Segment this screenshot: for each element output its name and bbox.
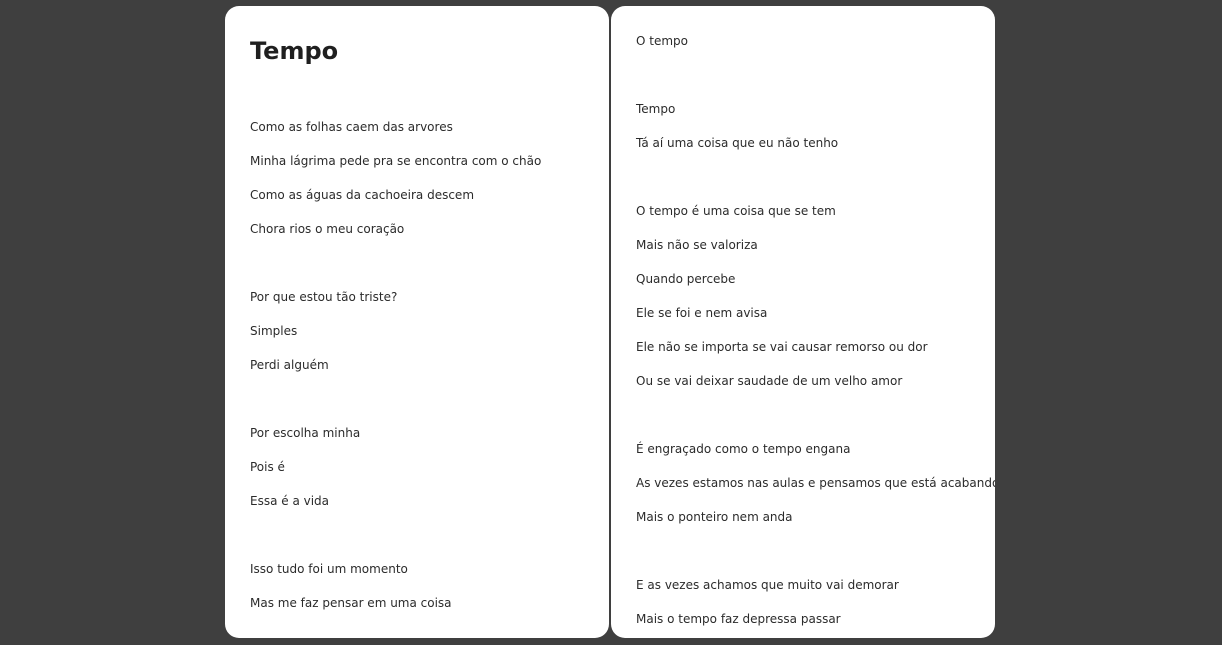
- poem-line: Ele se foi e nem avisa: [636, 306, 768, 320]
- document-viewer: Tempo Como as folhas caem das arvores Mi…: [0, 0, 1222, 645]
- poem-line: Simples: [250, 324, 298, 338]
- poem-line: Mas me faz pensar em uma coisa: [250, 596, 452, 610]
- poem-line: O tempo é uma coisa que se tem: [636, 204, 836, 218]
- poem-line: E as vezes achamos que muito vai demorar: [636, 578, 899, 592]
- poem-line: Mais não se valoriza: [636, 238, 758, 252]
- poem-line: Tá aí uma coisa que eu não tenho: [636, 136, 839, 150]
- poem-line: Pois é: [250, 460, 285, 474]
- poem-line: Como as águas da cachoeira descem: [250, 188, 475, 202]
- poem-line: Mais o ponteiro nem anda: [636, 510, 793, 524]
- poem-title: Tempo: [250, 37, 339, 65]
- poem-line: Quando percebe: [636, 272, 736, 286]
- poem-line: Ou se vai deixar saudade de um velho amo…: [636, 374, 903, 388]
- poem-line: Essa é a vida: [250, 494, 330, 508]
- page-right: O tempo Tempo Tá aí uma coisa que eu não…: [611, 6, 995, 638]
- poem-line: O tempo: [636, 34, 688, 48]
- poem-line: Minha lágrima pede pra se encontra com o…: [250, 154, 542, 168]
- poem-line: Tempo: [636, 102, 676, 116]
- poem-line: Isso tudo foi um momento: [250, 562, 408, 576]
- poem-line: Por escolha minha: [250, 426, 361, 440]
- poem-line: Por que estou tão triste?: [250, 290, 398, 304]
- poem-line: É engraçado como o tempo engana: [636, 442, 851, 456]
- poem-line: Como as folhas caem das arvores: [250, 120, 453, 134]
- poem-line: Mais o tempo faz depressa passar: [636, 612, 841, 626]
- poem-line: Perdi alguém: [250, 358, 329, 372]
- poem-line: Chora rios o meu coração: [250, 222, 405, 236]
- poem-line: Ele não se importa se vai causar remorso…: [636, 340, 928, 354]
- page-left: Tempo Como as folhas caem das arvores Mi…: [225, 6, 609, 638]
- poem-line: As vezes estamos nas aulas e pensamos qu…: [636, 476, 995, 490]
